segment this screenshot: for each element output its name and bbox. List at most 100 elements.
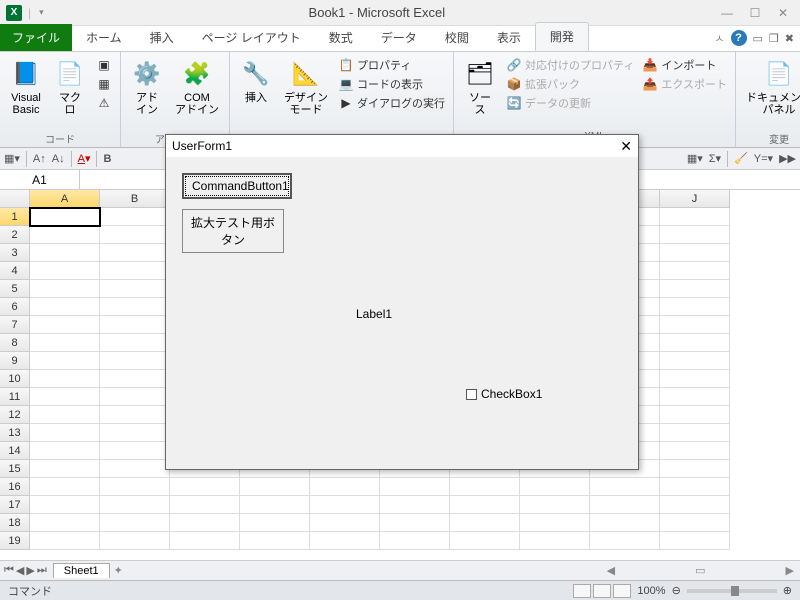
tab-view[interactable]: 表示 [483, 24, 535, 51]
cell[interactable] [100, 298, 170, 316]
cell[interactable] [30, 334, 100, 352]
cell[interactable] [30, 298, 100, 316]
cell[interactable] [30, 460, 100, 478]
cell[interactable] [30, 532, 100, 550]
cell[interactable] [240, 478, 310, 496]
row-header[interactable]: 15 [0, 460, 30, 478]
row-header[interactable]: 14 [0, 442, 30, 460]
tab-developer[interactable]: 開発 [535, 22, 589, 51]
cell-border-icon[interactable]: ▦▾ [4, 152, 20, 165]
cell[interactable] [100, 478, 170, 496]
cell[interactable] [100, 424, 170, 442]
run-dialog-button[interactable]: ▶ダイアログの実行 [336, 94, 447, 112]
sheet-tab-1[interactable]: Sheet1 [53, 563, 110, 578]
cell[interactable] [30, 514, 100, 532]
cell[interactable] [660, 208, 730, 226]
cell[interactable] [30, 316, 100, 334]
export-button[interactable]: 📤エクスポート [640, 75, 729, 93]
cell[interactable] [29, 207, 101, 227]
cell[interactable] [520, 514, 590, 532]
font-color-icon[interactable]: A▾ [78, 152, 91, 165]
cell[interactable] [660, 262, 730, 280]
cell[interactable] [660, 532, 730, 550]
zoom-test-button[interactable]: 拡大テスト用ボタン [182, 209, 284, 253]
cell[interactable] [660, 424, 730, 442]
tab-formulas[interactable]: 数式 [315, 24, 367, 51]
cell[interactable] [100, 226, 170, 244]
cell[interactable] [30, 406, 100, 424]
row-header[interactable]: 11 [0, 388, 30, 406]
userform-close-icon[interactable]: ✕ [620, 138, 632, 155]
row-header[interactable]: 2 [0, 226, 30, 244]
cell[interactable] [660, 460, 730, 478]
font-decrease-icon[interactable]: A↓ [52, 153, 65, 165]
cell[interactable] [170, 514, 240, 532]
row-header[interactable]: 7 [0, 316, 30, 334]
zoom-slider[interactable] [687, 589, 777, 593]
refresh-data-button[interactable]: 🔄データの更新 [504, 94, 636, 112]
use-relative-button[interactable]: ▦ [94, 75, 114, 93]
row-header[interactable]: 16 [0, 478, 30, 496]
cell[interactable] [660, 352, 730, 370]
row-header[interactable]: 13 [0, 424, 30, 442]
cell[interactable] [30, 442, 100, 460]
inner-restore-icon[interactable]: ❐ [769, 32, 779, 45]
tab-file[interactable]: ファイル [0, 24, 72, 51]
cell[interactable] [590, 532, 660, 550]
cell[interactable] [240, 496, 310, 514]
command-button-1[interactable]: CommandButton1 [182, 173, 292, 199]
view-pagelayout-icon[interactable] [593, 584, 611, 598]
source-button[interactable]: 🗂 ソース [460, 56, 500, 118]
cell[interactable] [660, 334, 730, 352]
tab-pagelayout[interactable]: ページ レイアウト [188, 24, 315, 51]
hscroll-thumb[interactable]: ▭ [695, 564, 705, 577]
cell[interactable] [660, 514, 730, 532]
row-header[interactable]: 17 [0, 496, 30, 514]
cell[interactable] [100, 388, 170, 406]
cell[interactable] [100, 262, 170, 280]
help-icon[interactable]: ? [731, 30, 747, 46]
inner-close-icon[interactable]: ✖ [785, 32, 794, 45]
row-header[interactable]: 9 [0, 352, 30, 370]
cell[interactable] [240, 532, 310, 550]
select-all-corner[interactable] [0, 190, 30, 208]
view-pagebreak-icon[interactable] [613, 584, 631, 598]
cell[interactable] [380, 496, 450, 514]
cell[interactable] [170, 478, 240, 496]
bold-icon[interactable]: B [103, 153, 111, 165]
cell[interactable] [100, 244, 170, 262]
cell[interactable] [30, 226, 100, 244]
misc-tool-2-icon[interactable]: Σ▾ [709, 152, 721, 165]
cell[interactable] [380, 514, 450, 532]
cell[interactable] [100, 496, 170, 514]
doc-panel-button[interactable]: 📄 ドキュメント パネル [742, 56, 800, 118]
row-header[interactable]: 5 [0, 280, 30, 298]
cell[interactable] [450, 532, 520, 550]
misc-tool-1-icon[interactable]: ▦▾ [687, 152, 703, 165]
hscroll-right-icon[interactable]: ▶ [786, 564, 794, 577]
cell[interactable] [310, 532, 380, 550]
cell[interactable] [450, 478, 520, 496]
font-increase-icon[interactable]: A↑ [33, 153, 46, 165]
design-mode-button[interactable]: 📐 デザイン モード [280, 56, 332, 118]
macro-button[interactable]: 📄 マクロ [50, 56, 90, 118]
cell[interactable] [100, 460, 170, 478]
tab-data[interactable]: データ [367, 24, 431, 51]
row-header[interactable]: 3 [0, 244, 30, 262]
cell[interactable] [660, 298, 730, 316]
hscroll-left-icon[interactable]: ◀ [607, 564, 615, 577]
misc-tool-4-icon[interactable]: Y=▾ [754, 152, 773, 165]
misc-tool-3-icon[interactable]: 🧹 [734, 152, 748, 165]
macro-security-button[interactable]: ⚠ [94, 94, 114, 112]
cell[interactable] [100, 442, 170, 460]
sheet-nav-prev-icon[interactable]: ◀ [16, 564, 24, 577]
row-header[interactable]: 10 [0, 370, 30, 388]
cell[interactable] [310, 478, 380, 496]
cell[interactable] [100, 208, 170, 226]
cell[interactable] [100, 280, 170, 298]
zoom-slider-thumb[interactable] [731, 586, 739, 596]
cell[interactable] [310, 514, 380, 532]
sheet-nav-next-icon[interactable]: ▶ [26, 564, 34, 577]
zoom-in-icon[interactable]: ⊕ [783, 584, 792, 597]
cell[interactable] [660, 244, 730, 262]
